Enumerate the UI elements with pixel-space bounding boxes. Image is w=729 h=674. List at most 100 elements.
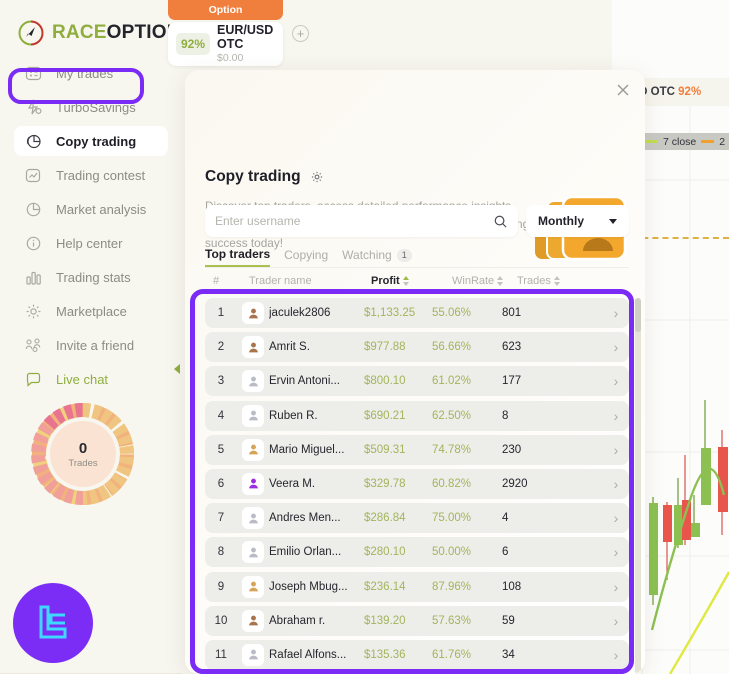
chevron-right-icon[interactable]: › [603,442,629,458]
chevron-right-icon[interactable]: › [603,647,629,663]
sidebar-item-live-chat[interactable]: Live chat [14,364,168,394]
avatar [242,472,264,495]
table-row[interactable]: 1 jaculek2806 $1,133.25 55.06% 801 › [205,298,629,328]
trading-stats-icon [24,268,43,287]
traders-table[interactable]: 1 jaculek2806 $1,133.25 55.06% 801 › 2 Amrit S.… [205,298,629,674]
table-row[interactable]: 2 Amrit S. $977.88 56.66% 623 › [205,332,629,363]
brand-logo[interactable]: RACEOPTION [18,20,181,46]
person-icon [248,410,258,421]
asset-tab[interactable]: Option 92% EUR/USD OTC $0.00 [168,0,283,66]
table-row[interactable]: 4 Ruben R. $690.21 62.50% 8 › [205,400,629,431]
asset-tab-type-label: Option [168,0,283,20]
avatar [242,507,264,530]
chevron-right-icon[interactable]: › [603,373,629,389]
legend-label-0: 7 close [663,135,697,148]
chevron-right-icon[interactable]: › [603,510,629,526]
table-scrollbar-thumb[interactable] [635,298,641,332]
cell-rank: 8 [217,546,225,559]
chevron-right-icon[interactable]: › [603,339,629,355]
column-header-trades[interactable]: Trades [517,275,560,287]
column-header-rank[interactable]: # [213,275,219,287]
table-row[interactable]: 6 Veera M. $329.78 60.82% 2920 › [205,468,629,499]
sidebar-label-copy-trading: Copy trading [56,133,137,149]
tab-top-traders[interactable]: Top traders [205,247,271,267]
sidebar-item-invite-a-friend[interactable]: Invite a friend [14,330,168,360]
cell-trader-name: jaculek2806 [269,307,331,319]
cell-rank: 5 [217,443,225,456]
chevron-right-icon[interactable]: › [603,544,629,560]
sidebar-item-market-analysis[interactable]: Market analysis [14,194,168,224]
sidebar-item-turbosavings[interactable]: TurboSavings [14,92,168,122]
avatar [242,643,264,666]
table-row[interactable]: 8 Emilio Orlan... $280.10 50.00% 6 › [205,537,629,568]
sort-arrows-trades[interactable] [553,276,560,286]
sidebar-item-trading-contest[interactable]: Trading contest [14,160,168,190]
cell-rank: 2 [217,341,225,354]
sidebar-label-trading-stats: Trading stats [56,269,131,285]
search-input[interactable] [215,214,493,228]
sidebar-item-copy-trading[interactable]: Copy trading [14,126,168,156]
chevron-right-icon[interactable]: › [603,579,629,595]
sort-arrows-profit[interactable] [402,276,409,286]
tab-label-copying: Copying [284,248,329,262]
legend-swatch-0 [645,140,658,143]
table-row[interactable]: 5 Mario Miguel... $509.31 74.78% 230 › [205,434,629,465]
cell-avatar [237,336,269,359]
person-icon [248,444,258,455]
lc-badge[interactable] [13,583,93,663]
cell-profit: $509.31 [364,443,406,456]
sidebar-item-help-center[interactable]: Help center [14,228,168,258]
add-asset-button[interactable]: + [292,25,309,42]
cell-trades: 4 [502,512,509,525]
legend-swatch-1 [701,140,715,143]
cell-avatar [237,404,269,427]
avatar [242,541,264,564]
column-header-profit[interactable]: Profit [371,275,409,287]
search-icon[interactable] [493,214,508,229]
table-scrollbar-track[interactable] [635,298,641,674]
cell-rank: 1 [217,307,225,319]
table-row[interactable]: 11 Rafael Alfons... $135.36 61.76% 34 › [205,639,629,670]
copy-trading-icon [24,132,43,151]
person-icon [248,376,258,387]
copy-trading-modal: Copy trading Discover top traders, acces… [185,70,645,674]
cell-trades: 8 [502,409,509,422]
table-row[interactable]: 10 Abraham r. $139.20 57.63% 59 › [205,605,629,636]
chevron-right-icon[interactable]: › [603,408,629,424]
cell-profit: $139.20 [364,614,406,627]
chevron-right-icon[interactable]: › [603,305,629,321]
sort-arrows-winrate[interactable] [497,276,504,286]
chevron-right-icon[interactable]: › [603,613,629,629]
close-icon[interactable] [615,82,631,98]
trades-gauge-center: 0 Trades [50,421,116,487]
asset-tab-body[interactable]: 92% EUR/USD OTC $0.00 [168,22,283,66]
sidebar-label-market-analysis: Market analysis [56,201,147,217]
tab-copying[interactable]: Copying [284,248,328,266]
cell-trader-name: Abraham r. [269,614,326,627]
table-row[interactable]: 3 Ervin Antoni... $800.10 61.02% 177 › [205,366,629,397]
sidebar-collapse-arrow[interactable] [174,364,180,374]
gear-icon[interactable] [310,170,324,184]
table-row[interactable]: 9 Joseph Mbug... $236.14 87.96% 108 › [205,571,629,602]
brand-race: RACE [52,22,107,43]
marketplace-icon [24,302,43,321]
cell-winrate: 60.82% [432,477,472,490]
column-label-trades: Trades [517,275,551,287]
person-icon [248,547,258,558]
asset-payout-percent: 92% [176,33,211,55]
sidebar-item-trading-stats[interactable]: Trading stats [14,262,168,292]
search-box[interactable] [205,205,518,237]
column-header-trader-name[interactable]: Trader name [249,275,312,287]
cell-avatar [237,575,269,598]
lc-monogram-icon [39,605,67,639]
column-header-winrate[interactable]: WinRate [452,275,504,287]
chevron-right-icon[interactable]: › [603,476,629,492]
cell-trades: 108 [502,580,522,593]
person-icon [248,513,258,523]
sidebar-item-marketplace[interactable]: Marketplace [14,296,168,326]
table-row[interactable]: 7 Andres Men... $286.84 75.00% 4 › [205,503,629,534]
sidebar-item-my-trades[interactable]: My trades [14,58,168,88]
invite-friend-icon [24,336,43,355]
tab-watching[interactable]: Watching 1 [342,248,412,266]
period-select[interactable]: Monthly [526,205,629,237]
